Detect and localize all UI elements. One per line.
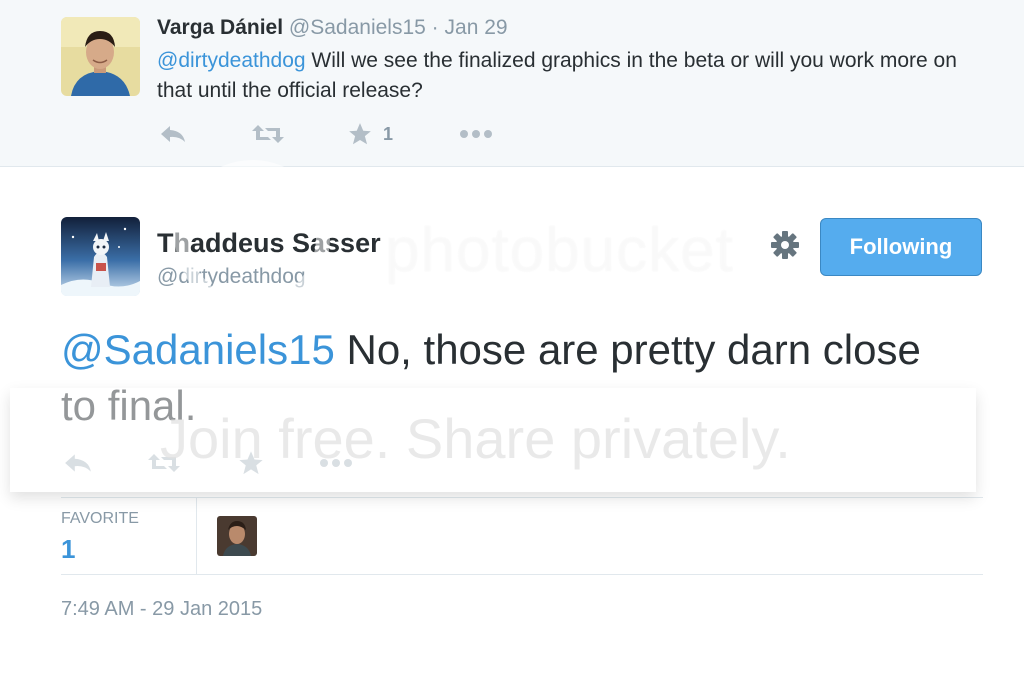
star-icon <box>239 451 263 475</box>
more-icon <box>460 130 492 138</box>
favorite-stat-count[interactable]: 1 <box>61 534 75 565</box>
retweet-icon <box>252 125 284 143</box>
author-name[interactable]: Varga Dániel <box>157 16 283 39</box>
favorite-button[interactable]: 1 <box>347 118 393 150</box>
retweet-button[interactable] <box>251 118 285 150</box>
separator: · <box>431 16 439 39</box>
favorite-count: 1 <box>383 123 394 144</box>
more-button[interactable] <box>319 447 353 479</box>
divider <box>61 497 983 498</box>
avatar[interactable] <box>61 217 140 296</box>
following-button[interactable]: Following <box>820 218 982 276</box>
reply-button[interactable] <box>159 118 187 150</box>
mention-link[interactable]: @dirtydeathdog <box>157 49 306 72</box>
stat-divider <box>196 498 197 574</box>
reply-button[interactable] <box>63 447 93 479</box>
author-handle[interactable]: @Sadaniels15 <box>289 16 426 39</box>
avatar[interactable] <box>61 17 140 96</box>
reply-text: @dirtydeathdog Will we see the finalized… <box>157 46 987 106</box>
tweet-text: @Sadaniels15 No, those are pretty darn c… <box>61 322 961 434</box>
watermark-logo-text: photobucket <box>385 216 734 285</box>
author-name[interactable]: Thaddeus Sasser <box>157 228 381 259</box>
tweet-date[interactable]: Jan 29 <box>445 16 508 39</box>
retweet-button[interactable] <box>147 447 181 479</box>
favorite-button[interactable] <box>237 447 265 479</box>
mention-link[interactable]: @Sadaniels15 <box>61 326 335 373</box>
reply-icon <box>65 454 91 472</box>
reply-icon <box>161 126 185 142</box>
divider <box>61 574 983 575</box>
more-icon <box>320 459 352 467</box>
favoriter-avatar[interactable] <box>217 516 257 556</box>
gear-button[interactable] <box>769 229 801 261</box>
more-button[interactable] <box>459 118 493 150</box>
tweet-timestamp[interactable]: 7:49 AM - 29 Jan 2015 <box>61 598 262 621</box>
author-handle[interactable]: @dirtydeathdog <box>157 265 306 289</box>
reply-header: Varga Dániel @Sadaniels15 · Jan 29 <box>157 16 508 40</box>
favorite-stat-label: FAVORITE <box>61 510 139 527</box>
retweet-icon <box>148 454 180 472</box>
gear-icon <box>771 231 799 259</box>
star-icon <box>349 123 371 145</box>
reply-tweet[interactable]: Varga Dániel @Sadaniels15 · Jan 29 @dirt… <box>0 0 1024 167</box>
